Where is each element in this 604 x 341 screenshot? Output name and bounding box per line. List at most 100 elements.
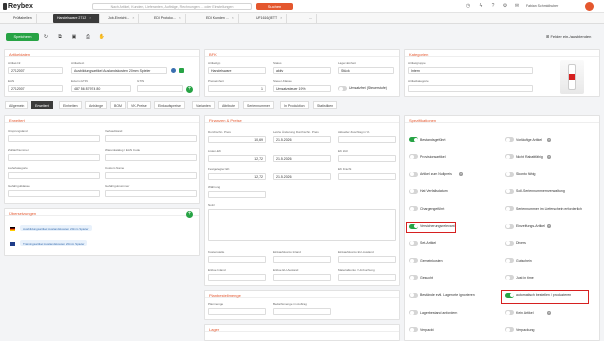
translate-icon[interactable]	[171, 68, 176, 73]
ek-zoll-input[interactable]	[338, 155, 396, 162]
avatar[interactable]	[585, 2, 594, 11]
help-icon[interactable]: ?	[547, 224, 551, 228]
notiz-textarea[interactable]	[208, 209, 396, 241]
refresh-icon[interactable]: ↻	[42, 33, 50, 41]
preiseinheit-input[interactable]: 1	[208, 85, 266, 92]
archive-icon[interactable]: ▣	[70, 33, 78, 41]
tab-prueftabellen[interactable]: Prüftabellen	[9, 14, 37, 23]
export-icon[interactable]: ⎙	[84, 33, 92, 41]
verkaufsland-select[interactable]	[105, 135, 197, 142]
toggle-right-2[interactable]	[505, 171, 514, 177]
steuer-select[interactable]: Umsatzsteuer 19%	[273, 85, 331, 92]
ean-input[interactable]: 2712007	[8, 85, 63, 92]
subtab-erweitert[interactable]: Erweitert	[31, 101, 53, 109]
help-icon[interactable]: ?	[547, 154, 551, 159]
subtab-statistiken[interactable]: Statistiken	[313, 101, 338, 109]
toggle-left-5[interactable]	[409, 223, 418, 229]
fields-toggle-button[interactable]: ⊞ Felder ein-/ausblenden	[546, 34, 591, 39]
close-icon[interactable]: ×	[132, 16, 134, 20]
toggle-left-0[interactable]	[409, 137, 418, 142]
warenkatalog-input[interactable]	[105, 154, 197, 161]
toggle-left-10[interactable]	[409, 310, 418, 315]
check-icon[interactable]	[179, 68, 184, 73]
subtab-einkaufspreise[interactable]: Einkaufspreise	[154, 101, 185, 109]
subtab-attribute[interactable]: Attribute	[218, 101, 240, 109]
subtab-seriennummer[interactable]: Seriennummer	[243, 101, 274, 109]
aenderung-date-input[interactable]: 21.5.2026	[273, 136, 331, 143]
subtab-varianten[interactable]: Varianten	[192, 101, 215, 109]
aenderung3-date-input[interactable]: 21.5.2026	[273, 173, 331, 180]
toggle-right-8[interactable]	[505, 275, 514, 281]
erloes-inland-select[interactable]	[208, 274, 266, 281]
tab-edi-protokoll[interactable]: EDI Protoko... ×	[150, 14, 186, 23]
toggle-left-4[interactable]	[409, 206, 418, 212]
toggle-right-5[interactable]	[505, 223, 514, 229]
subtab-vk-preise[interactable]: VK-Preise	[127, 101, 151, 109]
erloes-eu-select[interactable]	[273, 274, 331, 281]
toggle-right-4[interactable]	[505, 206, 514, 212]
toggle-right-3[interactable]	[505, 188, 514, 194]
aenderung2-date-input[interactable]: 21.5.2026	[273, 155, 331, 162]
listen-ek-input[interactable]: 12,72	[208, 155, 266, 162]
toggle-left-3[interactable]	[409, 188, 418, 194]
tab-more[interactable]: ...	[305, 14, 317, 23]
add-translation-button[interactable]: +	[186, 211, 193, 218]
subtab-anhaenge[interactable]: Anhänge	[85, 101, 108, 109]
lightning-icon[interactable]: ϟ	[478, 3, 484, 9]
planmenge-input[interactable]	[208, 308, 266, 315]
einkauf-inland-select[interactable]	[273, 256, 331, 263]
help-icon[interactable]: ?	[490, 3, 496, 9]
translation-chip-en[interactable]: Trainingsartikel Auslandskosten 20mm Spi…	[20, 240, 88, 246]
artikelkategorie-select[interactable]	[408, 85, 533, 92]
settings-icon[interactable]: ⚙	[502, 3, 508, 9]
close-icon[interactable]: ×	[89, 16, 91, 20]
copy-icon[interactable]: ⧉	[56, 33, 64, 41]
hand-icon[interactable]: ✋	[98, 33, 106, 41]
help-icon[interactable]: ?	[547, 310, 551, 315]
search-button[interactable]: Suchen	[256, 3, 293, 10]
toggle-right-9[interactable]	[505, 292, 514, 298]
close-icon[interactable]: ×	[179, 16, 181, 20]
status-select[interactable]: aktiv	[273, 67, 331, 74]
notification-icon[interactable]: ✉	[514, 3, 520, 9]
tab-artikel-active[interactable]: Handelsware 2712 ×	[53, 14, 100, 23]
close-icon[interactable]: ×	[280, 16, 282, 20]
festgelegt-ek-input[interactable]: 12,72	[208, 173, 266, 180]
save-button[interactable]: Speichern	[6, 33, 39, 41]
extern-gtin-input[interactable]: 487 56 87974 80	[71, 85, 131, 92]
toggle-right-0[interactable]	[505, 137, 514, 142]
gtin-input[interactable]	[137, 85, 183, 92]
toggle-left-6[interactable]	[409, 240, 418, 246]
custom-name-input[interactable]	[105, 172, 197, 179]
durchschnittspreis-input[interactable]: 10,69	[208, 136, 266, 143]
artikeltyp-select[interactable]: Handelsware	[208, 67, 266, 74]
toggle-right-10[interactable]	[505, 310, 514, 315]
kostenstelle-select[interactable]	[208, 256, 266, 263]
toggle-left-2[interactable]	[409, 171, 418, 177]
toggle-left-1[interactable]	[409, 154, 418, 160]
subtab-allgemein[interactable]: Allgemein	[5, 101, 29, 109]
add-gtin-button[interactable]: +	[186, 86, 193, 93]
close-icon[interactable]: ×	[232, 16, 234, 20]
artikeltext-input[interactable]: Ausbildungsartikel Auslandskosten 20mm S…	[71, 67, 167, 74]
app-logo[interactable]: Reybex	[8, 3, 33, 10]
artikelgruppe-select[interactable]: Intern	[408, 67, 533, 74]
einkauf-eu-select[interactable]	[338, 256, 396, 263]
toggle-left-7[interactable]	[409, 258, 418, 264]
waehrung-select[interactable]	[208, 191, 266, 198]
subtab-bom[interactable]: BOM	[110, 101, 126, 109]
materialkonto-select[interactable]	[338, 274, 396, 281]
toggle-left-11[interactable]	[409, 327, 418, 333]
zolltarif-input[interactable]	[8, 154, 100, 161]
gefahrgutnummer-input[interactable]	[105, 190, 197, 197]
toggle-right-11[interactable]	[505, 327, 514, 333]
lieferkategorie-select[interactable]	[8, 172, 100, 179]
toggle-right-7[interactable]	[505, 258, 514, 264]
subtab-einheiten[interactable]: Einheiten	[59, 101, 82, 109]
user-name[interactable]: Fabian Schmidhuber	[526, 4, 558, 8]
tab-edi-kunden[interactable]: EDI Kunden ... ×	[202, 14, 239, 23]
toggle-left-9[interactable]	[409, 292, 418, 298]
gefahrgut-input[interactable]	[8, 190, 100, 197]
history-icon[interactable]: ◷	[465, 3, 471, 9]
translation-chip-de[interactable]: Ausbildungsartikel Auslandskosten 20mm S…	[20, 225, 92, 231]
